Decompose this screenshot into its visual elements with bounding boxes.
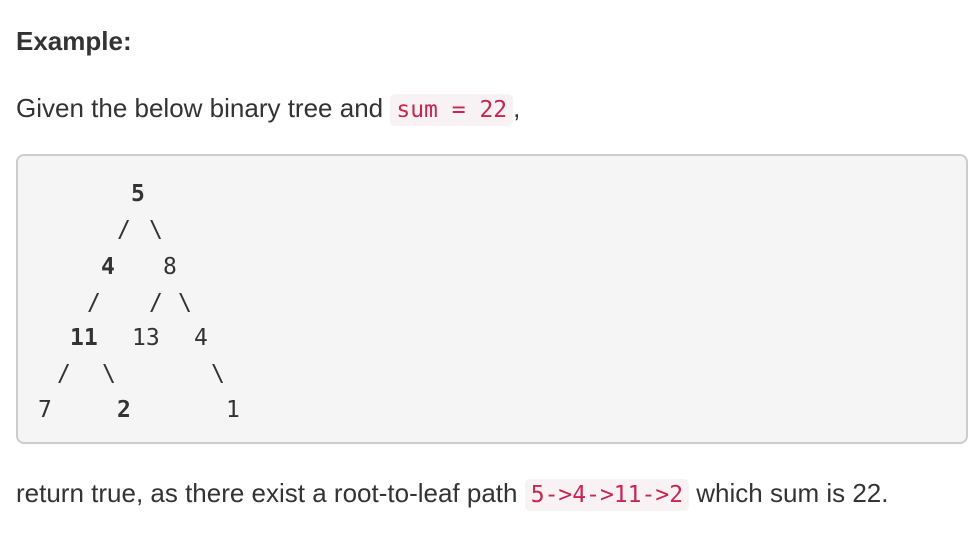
conclusion-suffix: which sum is 22. — [696, 478, 889, 508]
tree-edge-11-right: \ — [102, 361, 116, 387]
tree-edge-4-right: \ — [211, 361, 225, 387]
tree-edge-root-left: / — [117, 217, 131, 243]
example-heading: Example: — [16, 26, 132, 56]
intro-suffix: , — [513, 93, 521, 123]
tree-node-leaf-7: 7 — [38, 397, 52, 423]
tree-node-left-left: 11 — [70, 325, 98, 351]
sum-code: sum = 22 — [390, 94, 514, 126]
conclusion-paragraph: return true, as there exist a root-to-le… — [16, 473, 888, 515]
conclusion-text: return true, as there exist a root-to-le… — [16, 478, 518, 508]
tree-code-block: 5 / \ 4 8 / / \ 11 13 4 / \ \ 7 2 1 — [16, 154, 968, 444]
tree-edge-root-right: \ — [149, 217, 163, 243]
tree-node-leaf-2: 2 — [117, 397, 131, 423]
tree-node-right-left: 13 — [132, 325, 160, 351]
tree-node-right-right: 4 — [194, 325, 208, 351]
tree-node-leaf-1: 1 — [226, 397, 240, 423]
tree-edge-left-left: / — [87, 290, 101, 316]
tree-edge-right-right: \ — [178, 290, 192, 316]
path-code: 5->4->11->2 — [524, 479, 690, 511]
tree-edge-11-left: / — [57, 361, 71, 387]
intro-text: Given the below binary tree and — [16, 93, 384, 123]
intro-paragraph: Given the below binary tree and sum = 22… — [16, 88, 520, 130]
tree-node-root: 5 — [131, 181, 145, 207]
tree-node-left: 4 — [101, 254, 115, 280]
tree-node-right: 8 — [163, 254, 177, 280]
tree-edge-right-left: / — [149, 290, 163, 316]
